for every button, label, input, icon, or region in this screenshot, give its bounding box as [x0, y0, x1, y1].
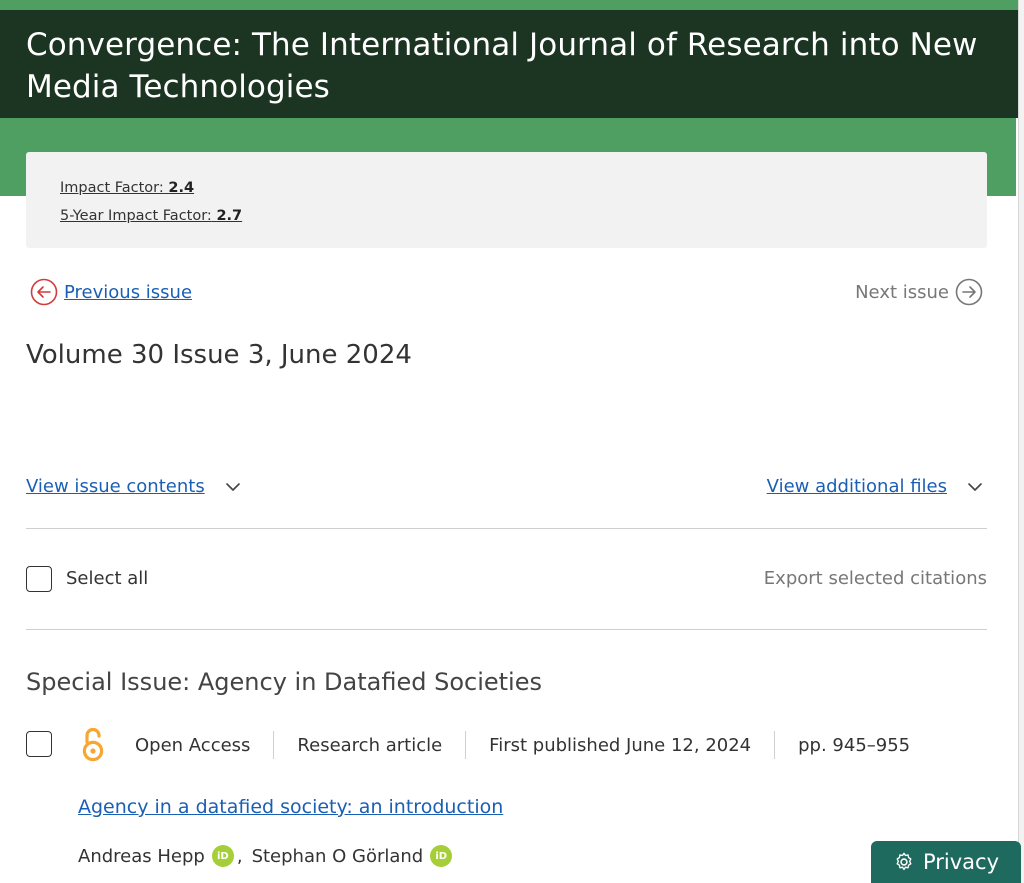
next-issue-link: Next issue [855, 278, 983, 306]
gear-icon [896, 852, 912, 871]
view-issue-contents-label: View issue contents [26, 476, 205, 497]
chevron-down-icon [225, 482, 240, 491]
journal-header: Convergence: The International Journal o… [0, 10, 1020, 118]
next-issue-label: Next issue [855, 281, 949, 303]
access-type: Open Access [135, 734, 251, 756]
issue-volume-title: Volume 30 Issue 3, June 2024 [26, 340, 412, 370]
meta-separator [465, 731, 467, 759]
article-title-link[interactable]: Agency in a datafied society: an introdu… [78, 796, 503, 818]
page-range: pp. 945–955 [798, 734, 911, 756]
issue-navigation: Previous issue Next issue [26, 278, 987, 312]
previous-issue-link[interactable]: Previous issue [30, 278, 192, 306]
five-year-impact-factor-link[interactable]: 5-Year Impact Factor: 2.7 [60, 202, 953, 230]
author-list: Andreas Hepp iD , Stephan O Görland iD [78, 845, 453, 867]
article-select-checkbox[interactable] [26, 731, 52, 757]
privacy-label: Privacy [922, 850, 1000, 874]
select-all-checkbox[interactable] [26, 566, 52, 592]
divider [26, 528, 987, 529]
view-additional-files-toggle[interactable]: View additional files [767, 476, 983, 497]
impact-factor-label: Impact Factor: [60, 180, 164, 196]
five-year-impact-factor-value: 2.7 [216, 208, 243, 224]
author-separator: , [236, 845, 243, 867]
select-all-label: Select all [66, 568, 149, 589]
section-heading: Special Issue: Agency in Datafied Societ… [26, 668, 542, 696]
issue-toggles: View issue contents View additional file… [26, 476, 987, 506]
orcid-icon[interactable]: iD [430, 845, 453, 867]
article-meta: Open Access Research article First publi… [135, 731, 911, 759]
article-type: Research article [297, 734, 443, 756]
five-year-impact-factor-label: 5-Year Impact Factor: [60, 208, 212, 224]
open-access-lock-icon [82, 727, 104, 762]
meta-separator [774, 731, 776, 759]
impact-factor-card: Impact Factor: 2.4 5-Year Impact Factor:… [26, 152, 987, 248]
circle-arrow-left-icon [30, 278, 58, 306]
export-selected-citations-button: Export selected citations [763, 568, 987, 589]
circle-arrow-right-icon [955, 278, 983, 306]
journal-title[interactable]: Convergence: The International Journal o… [26, 24, 994, 108]
author-name[interactable]: Andreas Hepp [78, 846, 205, 867]
impact-factor-value: 2.4 [168, 180, 195, 196]
publication-date: First published June 12, 2024 [489, 734, 752, 756]
divider [26, 629, 987, 630]
previous-issue-label: Previous issue [64, 281, 193, 303]
privacy-button[interactable]: Privacy [871, 841, 1021, 883]
author-name[interactable]: Stephan O Görland [252, 846, 424, 867]
chevron-down-icon [968, 482, 982, 491]
top-accent-strip [0, 0, 1020, 10]
view-issue-contents-toggle[interactable]: View issue contents [26, 476, 241, 497]
view-additional-files-label: View additional files [766, 476, 947, 497]
page-edge [1018, 0, 1024, 883]
meta-separator [273, 731, 275, 759]
impact-factor-link[interactable]: Impact Factor: 2.4 [60, 174, 953, 202]
orcid-icon[interactable]: iD [211, 845, 234, 867]
